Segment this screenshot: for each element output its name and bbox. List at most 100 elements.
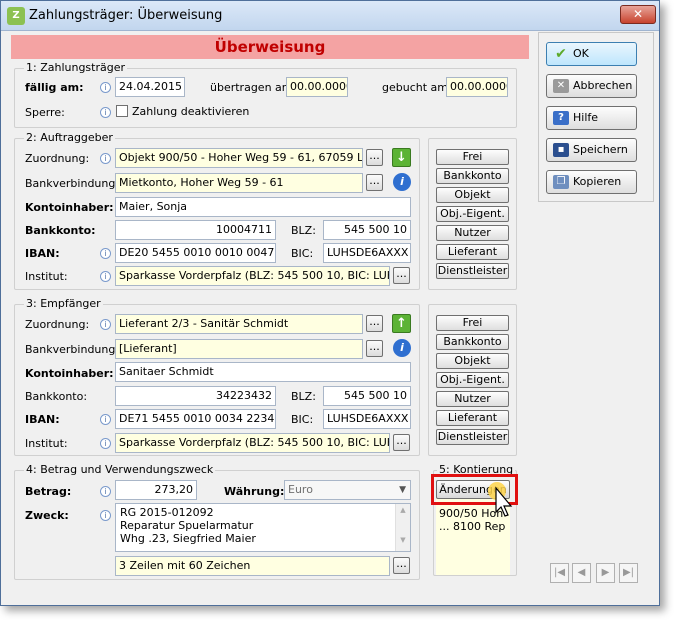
sperre-label: Sperre: [25, 106, 65, 119]
zweck-browse-button[interactable]: ... [393, 557, 410, 574]
section4-legend: 4: Betrag und Verwendungszweck [24, 463, 216, 476]
auftraggeber-bankkonto-field[interactable]: 10004711 [115, 220, 276, 240]
auftraggeber-frei-button[interactable]: Frei [436, 149, 509, 165]
waehrung-value: Euro [288, 483, 313, 496]
auftraggeber-nutzer-button[interactable]: Nutzer [436, 225, 509, 241]
auftraggeber-bankverbindung-label: Bankverbindung: [25, 177, 120, 190]
section3-legend: 3: Empfänger [24, 297, 103, 310]
zahlung-deaktivieren-checkbox[interactable] [116, 105, 128, 117]
previous-record-button[interactable]: ◀ [572, 563, 591, 583]
empfaenger-bic-field[interactable]: LUHSDE6AXXX [323, 409, 411, 429]
auftraggeber-bankkonto-button[interactable]: Bankkonto [436, 168, 509, 184]
mouse-cursor-icon [488, 482, 513, 517]
info-circle-icon[interactable]: i [393, 339, 411, 357]
cancel-x-icon: ✕ [553, 79, 569, 93]
auftraggeber-dienstleister-button[interactable]: Dienstleister [436, 263, 509, 279]
auftraggeber-obj-eigent-button[interactable]: Obj.-Eigent. [436, 206, 509, 222]
waehrung-select[interactable]: Euro ▼ [284, 480, 411, 500]
info-icon[interactable]: i [100, 438, 111, 449]
zeilen-info-field: 3 Zeilen mit 60 Zeichen [115, 556, 390, 576]
auftraggeber-bankverbindung-field[interactable]: Mietkonto, Hoher Weg 59 - 61 [115, 173, 363, 193]
auftraggeber-kontoinhaber-field[interactable]: Maier, Sonja [115, 197, 411, 217]
gebucht-label: gebucht am: [382, 81, 452, 94]
hilfe-button[interactable]: ? Hilfe [546, 106, 637, 130]
faellig-field[interactable]: 24.04.2015 [115, 77, 185, 97]
empfaenger-institut-browse-button[interactable]: ... [393, 434, 410, 451]
info-icon[interactable]: i [100, 248, 111, 259]
copy-icon: ❐ [553, 175, 569, 189]
info-icon[interactable]: i [100, 82, 111, 93]
window-title: Zahlungsträger: Überweisung [29, 8, 223, 23]
arrow-down-icon[interactable]: ↓ [392, 148, 411, 167]
gebucht-field[interactable]: 00.00.0000 [446, 77, 508, 97]
arrow-up-icon[interactable]: ↑ [392, 314, 411, 333]
info-icon[interactable]: i [100, 319, 111, 330]
info-icon[interactable]: i [100, 271, 111, 282]
empfaenger-institut-field[interactable]: Sparkasse Vorderpfalz (BLZ: 545 500 10, … [115, 433, 390, 453]
empfaenger-kontoinhaber-label: Kontoinhaber: [25, 367, 114, 380]
empfaenger-blz-field[interactable]: 545 500 10 [323, 386, 411, 406]
info-icon[interactable]: i [100, 414, 111, 425]
zweck-line-1: RG 2015-012092 [120, 506, 214, 519]
auftraggeber-institut-field[interactable]: Sparkasse Vorderpfalz (BLZ: 545 500 10, … [115, 266, 390, 286]
auftraggeber-lieferant-button[interactable]: Lieferant [436, 244, 509, 260]
info-icon[interactable]: i [100, 107, 111, 118]
hilfe-label: Hilfe [573, 111, 599, 124]
auftraggeber-bic-field[interactable]: LUHSDE6AXXX [323, 243, 411, 263]
uebertragen-field[interactable]: 00.00.0000 [286, 77, 348, 97]
empfaenger-objekt-button[interactable]: Objekt [436, 353, 509, 369]
info-circle-icon[interactable]: i [393, 173, 411, 191]
kopieren-button[interactable]: ❐ Kopieren [546, 170, 637, 194]
empfaenger-zuordnung-browse-button[interactable]: ... [366, 315, 383, 332]
auftraggeber-bankkonto-label: Bankkonto: [25, 224, 96, 237]
auftraggeber-zuordnung-field[interactable]: Objekt 900/50 - Hoher Weg 59 - 61, 67059… [115, 148, 363, 168]
zweck-scrollbar[interactable]: ▲ ▼ [395, 504, 410, 551]
auftraggeber-bic-label: BIC: [291, 247, 314, 260]
next-record-button[interactable]: ▶ [596, 563, 615, 583]
auftraggeber-iban-label: IBAN: [25, 247, 60, 260]
empfaenger-bic-label: BIC: [291, 413, 314, 426]
section1-legend: 1: Zahlungsträger [24, 61, 128, 74]
empfaenger-bankkonto-button[interactable]: Bankkonto [436, 334, 509, 350]
empfaenger-kontoinhaber-field[interactable]: Sanitaer Schmidt [115, 362, 411, 382]
abbrechen-label: Abbrechen [573, 79, 633, 92]
betrag-label: Betrag: [25, 485, 72, 498]
speichern-button[interactable]: ▪ Speichern [546, 138, 637, 162]
empfaenger-obj-eigent-button[interactable]: Obj.-Eigent. [436, 372, 509, 388]
empfaenger-frei-button[interactable]: Frei [436, 315, 509, 331]
zweck-line-2: Reparatur Spuelarmatur [120, 519, 254, 532]
auftraggeber-iban-field[interactable]: DE20 5455 0010 0010 0047 11 [115, 243, 276, 263]
first-record-button[interactable]: |◀ [550, 563, 569, 583]
empfaenger-nutzer-button[interactable]: Nutzer [436, 391, 509, 407]
auftraggeber-bankverbindung-browse-button[interactable]: ... [366, 174, 383, 191]
ok-button[interactable]: ✔ OK [546, 42, 637, 66]
empfaenger-iban-field[interactable]: DE71 5455 0010 0034 2234 32 [115, 409, 276, 429]
betrag-field[interactable]: 273,20 [115, 480, 197, 500]
empfaenger-bankverbindung-label: Bankverbindung: [25, 343, 120, 356]
auftraggeber-zuordnung-browse-button[interactable]: ... [366, 149, 383, 166]
info-icon[interactable]: i [100, 153, 111, 164]
help-question-icon: ? [553, 111, 569, 125]
auftraggeber-zuordnung-label: Zuordnung: [25, 152, 90, 165]
zweck-textarea[interactable]: RG 2015-012092 Reparatur Spuelarmatur Wh… [115, 503, 411, 552]
info-icon[interactable]: i [100, 486, 111, 497]
abbrechen-button[interactable]: ✕ Abbrechen [546, 74, 637, 98]
empfaenger-lieferant-button[interactable]: Lieferant [436, 410, 509, 426]
empfaenger-bankkonto-field[interactable]: 34223432 [115, 386, 276, 406]
auftraggeber-institut-browse-button[interactable]: ... [393, 267, 410, 284]
empfaenger-zuordnung-field[interactable]: Lieferant 2/3 - Sanitär Schmidt [115, 314, 363, 334]
zahlung-deaktivieren-label: Zahlung deaktivieren [132, 105, 250, 118]
empfaenger-bankverbindung-browse-button[interactable]: ... [366, 340, 383, 357]
auftraggeber-objekt-button[interactable]: Objekt [436, 187, 509, 203]
close-button[interactable]: ✕ [620, 5, 656, 24]
auftraggeber-blz-field[interactable]: 545 500 10 [323, 220, 411, 240]
auftraggeber-institut-label: Institut: [25, 270, 68, 283]
empfaenger-iban-label: IBAN: [25, 413, 60, 426]
ok-label: OK [573, 47, 589, 60]
checkmark-icon: ✔ [555, 46, 567, 62]
info-icon[interactable]: i [100, 510, 111, 521]
last-record-button[interactable]: ▶| [619, 563, 638, 583]
empfaenger-dienstleister-button[interactable]: Dienstleister [436, 429, 509, 445]
empfaenger-blz-label: BLZ: [291, 390, 316, 403]
empfaenger-bankverbindung-field[interactable]: [Lieferant] [115, 339, 363, 359]
